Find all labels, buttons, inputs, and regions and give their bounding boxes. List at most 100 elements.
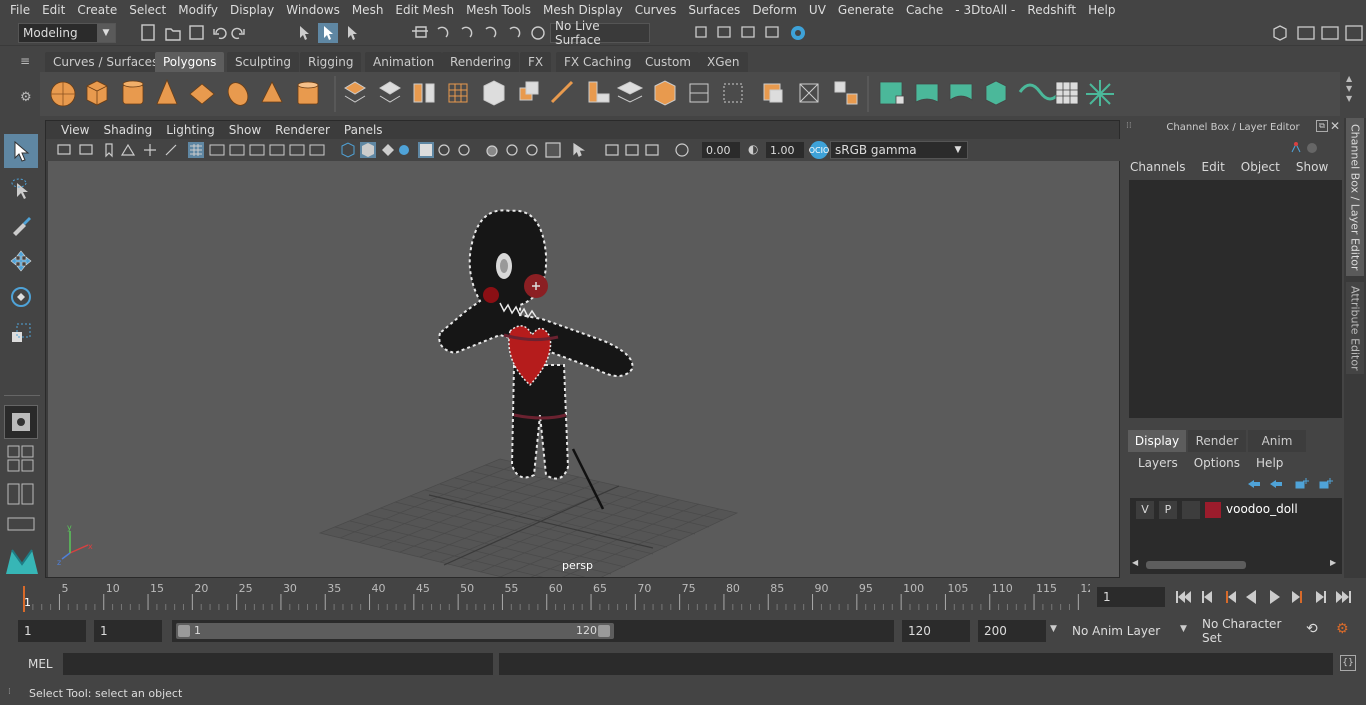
menu-select[interactable]: Select	[123, 0, 172, 20]
shelf-settings-icon[interactable]: ⚙	[20, 90, 32, 105]
menu-mesh[interactable]: Mesh	[346, 0, 390, 20]
options-menu[interactable]: Options	[1194, 456, 1240, 472]
side-tab-channel-box[interactable]: Channel Box / Layer Editor	[1346, 118, 1364, 276]
shelf-tab-custom[interactable]: Custom	[637, 52, 699, 72]
menu-edit[interactable]: Edit	[36, 0, 71, 20]
step-back-frame-icon[interactable]	[1202, 591, 1212, 603]
script-editor-icon[interactable]: {}	[1340, 655, 1356, 671]
viewport-menu-renderer[interactable]: Renderer	[268, 123, 337, 137]
shelf-tab-rigging[interactable]: Rigging	[300, 52, 362, 72]
menu-display[interactable]: Display	[224, 0, 280, 20]
scroll-thumb[interactable]	[1146, 561, 1246, 569]
menu-cache[interactable]: Cache	[900, 0, 949, 20]
colorspace-dropdown[interactable]: sRGB gamma ▼	[830, 141, 968, 159]
layer-tab-anim[interactable]: Anim	[1248, 430, 1306, 452]
side-by-side-layout-button[interactable]	[6, 482, 36, 506]
character-set-dropdown[interactable]: No Character Set	[1196, 617, 1298, 645]
anim-layer-dropdown[interactable]: No Anim Layer	[1066, 620, 1176, 642]
layers-menu[interactable]: Layers	[1138, 456, 1178, 472]
object-menu[interactable]: Object	[1241, 160, 1280, 176]
shelf-tab-fx-caching[interactable]: FX Caching	[556, 52, 640, 72]
side-tab-attribute-editor[interactable]: Attribute Editor	[1346, 282, 1364, 374]
menu-mesh-display[interactable]: Mesh Display	[537, 0, 629, 20]
lasso-tool-button[interactable]	[4, 172, 38, 206]
shelf-tab-animation[interactable]: Animation	[365, 52, 443, 72]
range-start-handle[interactable]	[178, 625, 190, 637]
scroll-left-icon[interactable]: ◀	[1132, 558, 1138, 567]
layer-playback-toggle[interactable]: P	[1159, 501, 1177, 519]
color-management-icon[interactable]: OCIO	[809, 141, 829, 159]
live-surface-field[interactable]: No Live Surface	[550, 19, 650, 47]
go-to-start-icon[interactable]	[1176, 591, 1191, 603]
playback-end-field[interactable]: 120	[902, 620, 970, 642]
go-to-end-icon[interactable]	[1336, 591, 1351, 603]
shelf-tab-fx[interactable]: FX	[520, 52, 552, 72]
menu-generate[interactable]: Generate	[832, 0, 900, 20]
layer-display-type-toggle[interactable]	[1182, 501, 1200, 519]
menu-3dtoall[interactable]: - 3DtoAll -	[949, 0, 1021, 20]
layer-visibility-toggle[interactable]: V	[1136, 501, 1154, 519]
shelf-menu-icon[interactable]: ≡	[20, 54, 34, 68]
layer-tab-render[interactable]: Render	[1188, 430, 1246, 452]
four-pane-layout-button[interactable]	[6, 444, 36, 474]
menu-redshift[interactable]: Redshift	[1021, 0, 1082, 20]
play-forward-icon[interactable]	[1270, 590, 1280, 604]
range-end-handle[interactable]	[598, 625, 610, 637]
viewport-menu-lighting[interactable]: Lighting	[159, 123, 222, 137]
time-slider[interactable]: 5 10 15 20 25 30 35 40 45 50 55 60 65 70 75 80 85 90 95 100…	[20, 580, 1094, 612]
shelf-tab-xgen[interactable]: XGen	[699, 52, 748, 72]
step-forward-frame-icon[interactable]	[1316, 591, 1326, 603]
shelf-tab-polygons[interactable]: Polygons	[155, 52, 225, 72]
layer-hscroll[interactable]: ◀ ▶	[1132, 558, 1340, 572]
shelf-scroll[interactable]: ▲ ▼ ▼	[1346, 74, 1358, 114]
scene-view[interactable]: x y z	[48, 161, 1119, 594]
outliner-layout-button[interactable]	[6, 516, 36, 532]
chevron-down-icon[interactable]: ▼	[1050, 624, 1057, 634]
viewport-menu-view[interactable]: View	[54, 123, 96, 137]
menu-help[interactable]: Help	[1082, 0, 1121, 20]
help-menu[interactable]: Help	[1256, 456, 1283, 472]
play-backward-icon[interactable]	[1246, 590, 1256, 604]
step-back-key-icon[interactable]	[1226, 591, 1236, 603]
viewport-menu-show[interactable]: Show	[222, 123, 268, 137]
paint-select-tool-button[interactable]	[4, 208, 38, 242]
rotate-tool-button[interactable]	[4, 280, 38, 314]
viewport-menu-shading[interactable]: Shading	[96, 123, 159, 137]
scale-tool-button[interactable]	[4, 316, 38, 350]
playback-start-field[interactable]: 1	[94, 620, 162, 642]
menu-file[interactable]: File	[4, 0, 36, 20]
layer-color-swatch[interactable]	[1205, 502, 1221, 518]
edit-menu[interactable]: Edit	[1202, 160, 1225, 176]
menu-edit-mesh[interactable]: Edit Mesh	[389, 0, 460, 20]
menu-curves[interactable]: Curves	[629, 0, 683, 20]
auto-key-icon[interactable]: ⟲	[1306, 621, 1318, 637]
close-icon[interactable]: ✕	[1330, 119, 1340, 133]
menu-modify[interactable]: Modify	[172, 0, 224, 20]
show-menu[interactable]: Show	[1296, 160, 1328, 176]
single-pane-layout-button[interactable]	[4, 405, 38, 439]
menu-uv[interactable]: UV	[803, 0, 832, 20]
menu-surfaces[interactable]: Surfaces	[682, 0, 746, 20]
viewport-menu-panels[interactable]: Panels	[337, 123, 390, 137]
animation-preferences-icon[interactable]: ⚙	[1336, 621, 1349, 637]
exposure-field[interactable]: 0.00	[702, 142, 740, 158]
current-time-marker[interactable]	[23, 586, 25, 612]
perspective-viewport[interactable]: x y z persp	[48, 161, 1119, 594]
step-forward-key-icon[interactable]	[1292, 591, 1302, 603]
gamma-field[interactable]: 1.00	[766, 142, 804, 158]
start-time-field[interactable]: 1	[18, 620, 86, 642]
layer-tab-display[interactable]: Display	[1128, 430, 1186, 452]
range-slider-bar[interactable]: 1 120	[176, 623, 614, 639]
mode-dropdown[interactable]: Modeling ▼	[18, 23, 116, 43]
menu-windows[interactable]: Windows	[280, 0, 346, 20]
current-frame-field[interactable]: 1	[1097, 587, 1165, 607]
end-time-field[interactable]: 200	[978, 620, 1046, 642]
channels-menu[interactable]: Channels	[1130, 160, 1186, 176]
shelf-tab-curves-surfaces[interactable]: Curves / Surfaces	[45, 52, 167, 72]
menu-create[interactable]: Create	[71, 0, 123, 20]
float-panel-icon[interactable]: ⧉	[1316, 120, 1328, 132]
shelf-tab-sculpting[interactable]: Sculpting	[227, 52, 300, 72]
move-tool-button[interactable]	[4, 244, 38, 278]
voodoo-doll-model[interactable]	[438, 209, 634, 510]
menu-deform[interactable]: Deform	[746, 0, 803, 20]
